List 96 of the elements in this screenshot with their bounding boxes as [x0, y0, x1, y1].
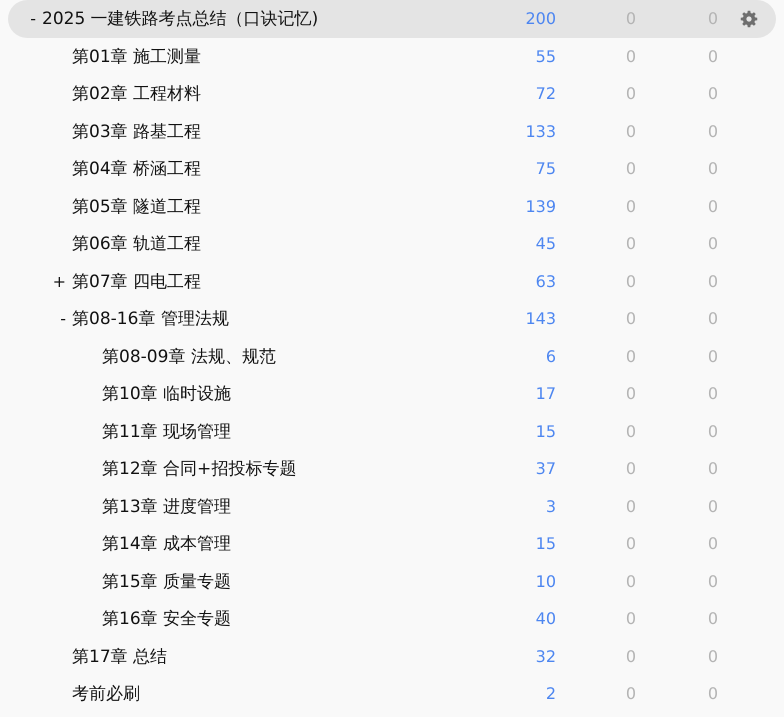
new-count: 143 — [524, 309, 556, 328]
learn-count: 0 — [624, 384, 636, 404]
deck-row[interactable]: - 第08-16章 管理法规 143 0 0 — [8, 300, 776, 338]
due-count: 0 — [706, 422, 718, 441]
due-count: 0 — [706, 384, 718, 404]
due-count: 0 — [706, 496, 718, 516]
learn-count: 0 — [624, 459, 636, 478]
deck-name[interactable]: 第14章 成本管理 — [102, 532, 232, 556]
settings-icon[interactable] — [740, 10, 758, 28]
learn-count: 0 — [624, 234, 636, 254]
new-count: 63 — [534, 272, 556, 291]
deck-row[interactable]: 第17章 总结 32 0 0 — [8, 638, 776, 675]
learn-count: 0 — [624, 122, 636, 141]
deck-row[interactable]: 第03章 路基工程 133 0 0 — [8, 112, 776, 150]
learn-count: 0 — [624, 534, 636, 554]
new-count: 139 — [524, 196, 556, 216]
due-count: 0 — [706, 646, 718, 666]
new-count: 3 — [544, 496, 556, 516]
learn-count: 0 — [624, 572, 636, 591]
deck-row[interactable]: 第16章 安全专题 40 0 0 — [8, 600, 776, 638]
deck-name[interactable]: 第17章 总结 — [72, 644, 168, 668]
new-count: 55 — [534, 46, 556, 66]
deck-row[interactable]: 第08-09章 法规、规范 6 0 0 — [8, 338, 776, 375]
due-count: 0 — [706, 346, 718, 366]
new-count: 72 — [534, 84, 556, 104]
due-count: 0 — [706, 684, 718, 704]
deck-row[interactable]: 第10章 临时设施 17 0 0 — [8, 375, 776, 412]
deck-row[interactable]: + 第07章 四电工程 63 0 0 — [8, 262, 776, 300]
learn-count: 0 — [624, 84, 636, 104]
deck-row[interactable]: 第05章 隧道工程 139 0 0 — [8, 188, 776, 225]
deck-row[interactable]: 第02章 工程材料 72 0 0 — [8, 75, 776, 112]
deck-name[interactable]: 2025 一建铁路考点总结（口诀记忆) — [42, 7, 318, 30]
learn-count: 0 — [624, 196, 636, 216]
due-count: 0 — [706, 84, 718, 104]
learn-count: 0 — [624, 159, 636, 178]
learn-count: 0 — [624, 609, 636, 628]
deck-name[interactable]: 第05章 隧道工程 — [72, 194, 202, 218]
deck-name[interactable]: 第07章 四电工程 — [72, 270, 202, 293]
due-count: 0 — [706, 572, 718, 591]
deck-name[interactable]: 第01章 施工测量 — [72, 44, 202, 68]
due-count: 0 — [706, 122, 718, 141]
deck-row[interactable]: 第14章 成本管理 15 0 0 — [8, 525, 776, 562]
deck-row[interactable]: 第12章 合同+招投标专题 37 0 0 — [8, 450, 776, 488]
due-count: 0 — [706, 272, 718, 291]
collapse-toggle[interactable]: - — [60, 309, 66, 328]
deck-name[interactable]: 第12章 合同+招投标专题 — [102, 457, 296, 480]
deck-name[interactable]: 第11章 现场管理 — [102, 420, 232, 443]
due-count: 0 — [706, 46, 718, 66]
deck-row[interactable]: 第06章 轨道工程 45 0 0 — [8, 225, 776, 262]
new-count: 40 — [534, 609, 556, 628]
new-count: 2 — [544, 684, 556, 704]
deck-name[interactable]: 第08-09章 法规、规范 — [102, 344, 276, 368]
deck-name[interactable]: 第16章 安全专题 — [102, 607, 232, 630]
due-count: 0 — [706, 534, 718, 554]
new-count: 45 — [534, 234, 556, 254]
deck-name[interactable]: 第04章 桥涵工程 — [72, 157, 202, 180]
new-count: 6 — [544, 346, 556, 366]
deck-row[interactable]: 第11章 现场管理 15 0 0 — [8, 412, 776, 450]
learn-count: 0 — [624, 272, 636, 291]
due-count: 0 — [706, 609, 718, 628]
deck-name[interactable]: 第03章 路基工程 — [72, 120, 202, 143]
deck-row[interactable]: 第13章 进度管理 3 0 0 — [8, 488, 776, 525]
learn-count: 0 — [624, 46, 636, 66]
expand-toggle[interactable]: + — [52, 272, 66, 291]
new-count: 15 — [534, 534, 556, 554]
new-count: 37 — [534, 459, 556, 478]
new-count: 200 — [524, 9, 556, 28]
learn-count: 0 — [624, 684, 636, 704]
due-count: 0 — [706, 196, 718, 216]
deck-row[interactable]: 第01章 施工测量 55 0 0 — [8, 38, 776, 75]
new-count: 10 — [534, 572, 556, 591]
learn-count: 0 — [624, 422, 636, 441]
learn-count: 0 — [624, 346, 636, 366]
deck-name[interactable]: 第13章 进度管理 — [102, 494, 232, 518]
new-count: 32 — [534, 646, 556, 666]
new-count: 15 — [534, 422, 556, 441]
new-count: 17 — [534, 384, 556, 404]
due-count: 0 — [706, 159, 718, 178]
learn-count: 0 — [624, 309, 636, 328]
due-count: 0 — [706, 309, 718, 328]
due-count: 0 — [706, 234, 718, 254]
deck-row[interactable]: 考前必刷 2 0 0 — [8, 675, 776, 712]
deck-name[interactable]: 第15章 质量专题 — [102, 570, 232, 593]
new-count: 133 — [524, 122, 556, 141]
deck-name[interactable]: 第08-16章 管理法规 — [72, 307, 229, 330]
learn-count: 0 — [624, 646, 636, 666]
learn-count: 0 — [624, 496, 636, 516]
deck-row[interactable]: 第04章 桥涵工程 75 0 0 — [8, 150, 776, 188]
deck-name[interactable]: 第10章 临时设施 — [102, 382, 232, 406]
due-count: 0 — [706, 459, 718, 478]
deck-name[interactable]: 第02章 工程材料 — [72, 82, 202, 106]
deck-name[interactable]: 第06章 轨道工程 — [72, 232, 202, 256]
deck-name[interactable]: 考前必刷 — [72, 682, 140, 706]
collapse-toggle[interactable]: - — [30, 9, 36, 28]
new-count: 75 — [534, 159, 556, 178]
deck-row[interactable]: 第15章 质量专题 10 0 0 — [8, 562, 776, 600]
